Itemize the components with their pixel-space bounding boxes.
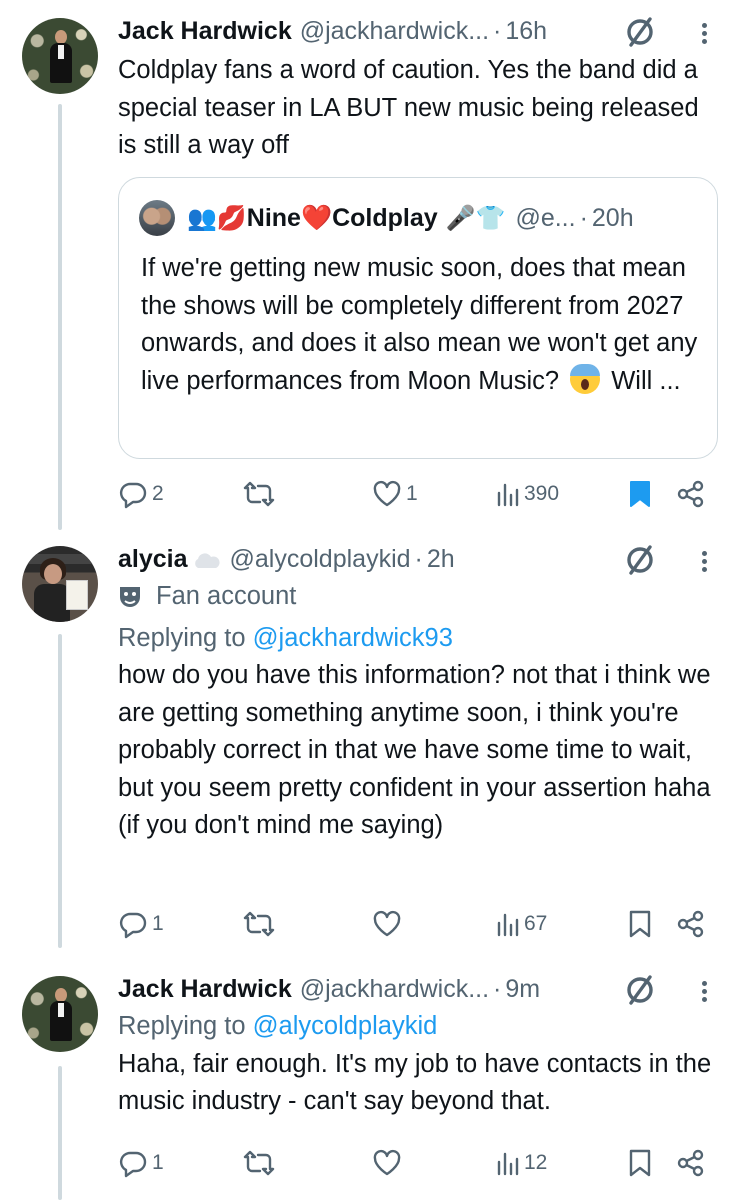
heart-icon [373,480,401,507]
analytics-icon [497,483,519,507]
timestamp[interactable]: 2h [427,545,455,574]
tweet-text: Haha, fair enough. It's my job to have c… [118,1049,712,1116]
repost-button[interactable] [242,474,280,514]
bookmark-button[interactable] [628,1143,652,1183]
tweet[interactable]: alycia @alycoldplaykid · 2h Fan account … [0,530,740,960]
replying-to-link[interactable]: @alycoldplaykid [253,1012,438,1040]
share-icon [677,1149,704,1177]
view-count: 390 [524,482,560,505]
repost-icon [243,481,275,507]
author-name[interactable]: Jack Hardwick [118,17,292,46]
repost-icon [243,911,275,937]
replying-to: Replying to @alycoldplaykid [118,1008,718,1046]
grok-icon[interactable] [624,974,656,1006]
views-button[interactable]: 12 [496,1143,547,1183]
replying-to-prefix: Replying to [118,623,253,652]
quote-author-name[interactable]: Nine❤️Coldplay [247,204,438,233]
tweet[interactable]: Jack Hardwick @jackhardwick... · 16h Col… [0,0,740,530]
repost-icon [243,1150,275,1176]
separator: · [493,16,502,45]
views-button[interactable]: 390 [496,474,559,514]
more-options-icon[interactable] [700,20,708,48]
tshirt-emoji-icon: 👕 [475,204,506,232]
bookmark-button[interactable] [628,904,652,944]
grok-icon[interactable] [624,16,656,48]
view-count: 12 [524,1151,548,1174]
more-options-icon[interactable] [700,978,708,1006]
account-label-text: Fan account [156,582,297,610]
reply-icon [119,912,147,939]
view-count: 67 [524,912,548,935]
scream-emoji-icon [570,363,601,394]
replying-to-prefix: Replying to [118,1012,253,1040]
reply-icon [119,1151,147,1178]
more-options-icon[interactable] [700,548,708,576]
avatar[interactable] [22,976,98,1052]
analytics-icon [497,913,519,937]
cloud-icon [194,553,220,568]
replying-to: Replying to @jackhardwick93 [118,620,718,658]
repost-button[interactable] [242,1143,280,1183]
like-count: 1 [406,482,418,505]
share-button[interactable] [676,1143,706,1183]
author-name[interactable]: alycia [118,545,188,574]
share-icon [677,910,704,938]
quote-avatar[interactable] [139,200,175,236]
share-button[interactable] [676,474,706,514]
lips-emoji-icon: 💋 [216,204,247,232]
avatar[interactable] [22,546,98,622]
avatar[interactable] [22,18,98,94]
separator: · [579,203,588,232]
separator: · [414,544,423,573]
microphone-emoji-icon: 🎤 [445,204,476,232]
action-bar: 2 1 390 [118,474,718,514]
author-handle[interactable]: @jackhardwick... [300,17,489,46]
heart-icon [373,910,401,937]
author-name[interactable]: Jack Hardwick [118,975,292,1004]
bookmark-button[interactable] [628,474,652,514]
reply-count: 1 [152,1151,164,1174]
quote-text: If we're getting new music soon, does th… [141,250,701,400]
like-button[interactable] [372,904,406,944]
timestamp[interactable]: 9m [505,975,540,1004]
reply-button[interactable]: 1 [118,904,164,944]
quoted-tweet[interactable]: 👥 💋 Nine❤️Coldplay 🎤 👕 @e... · 20h If we… [118,177,718,459]
timestamp[interactable]: 16h [505,17,547,46]
like-button[interactable]: 1 [372,474,418,514]
like-button[interactable] [372,1143,406,1183]
action-bar: 1 12 [118,1143,718,1183]
reply-icon [119,482,147,509]
quote-timestamp: 20h [591,203,634,232]
bookmark-filled-icon [630,481,650,507]
tweet-text: Coldplay fans a word of caution. Yes the… [118,56,699,159]
author-handle[interactable]: @alycoldplaykid [230,545,411,574]
views-button[interactable]: 67 [496,904,547,944]
reply-count: 2 [152,482,164,505]
bookmark-icon [629,910,651,938]
share-button[interactable] [676,904,706,944]
theater-mask-icon [120,586,140,607]
quote-text-part: Will ... [604,366,681,395]
share-icon [677,480,704,508]
action-bar: 1 67 [118,904,718,944]
replying-to-link[interactable]: @jackhardwick93 [253,624,453,652]
heart-icon [373,1149,401,1176]
reply-button[interactable]: 1 [118,1143,164,1183]
author-handle[interactable]: @jackhardwick... [300,975,489,1004]
analytics-icon [497,1152,519,1176]
bookmark-icon [629,1149,651,1177]
grok-icon[interactable] [624,544,656,576]
people-emoji-icon: 👥 [187,204,217,232]
repost-button[interactable] [242,904,280,944]
tweet[interactable]: Jack Hardwick @jackhardwick... · 9m Repl… [0,960,740,1200]
account-label: Fan account [118,578,718,616]
reply-count: 1 [152,912,164,935]
quote-header: 👥 💋 Nine❤️Coldplay 🎤 👕 @e... · 20h [139,198,634,238]
tweet-text: how do you have this information? not th… [118,661,711,839]
separator: · [493,974,502,1003]
reply-button[interactable]: 2 [118,474,164,514]
quote-author-handle[interactable]: @e... [515,204,575,233]
